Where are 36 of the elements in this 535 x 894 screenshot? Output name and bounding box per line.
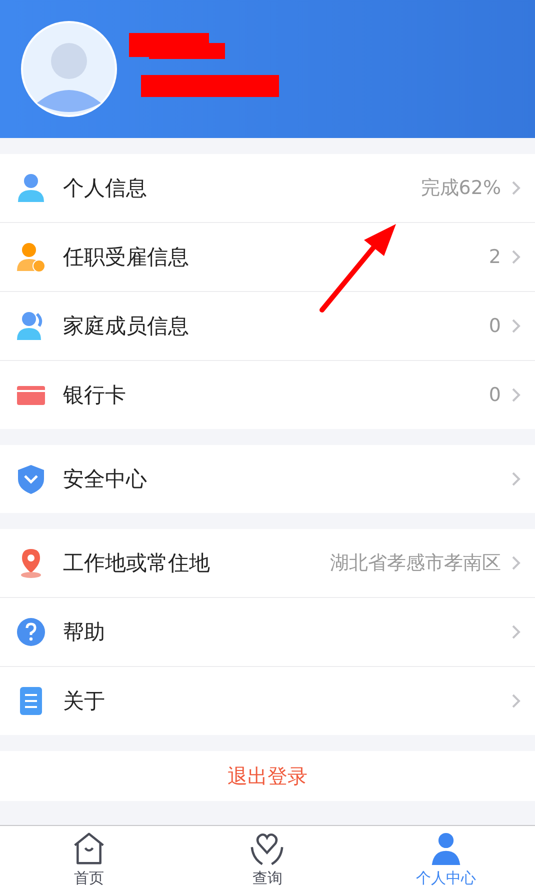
chevron-right-icon bbox=[511, 180, 521, 196]
tab[interactable]: 个人中心 bbox=[356, 826, 535, 894]
menu-value: 0 bbox=[488, 384, 501, 406]
chevron-right-icon bbox=[511, 624, 521, 640]
menu-item[interactable]: 关于 bbox=[0, 666, 535, 735]
menu-item[interactable]: 帮助 bbox=[0, 597, 535, 666]
menu-value: 2 bbox=[488, 246, 501, 268]
menu-label: 帮助 bbox=[63, 619, 106, 646]
chevron-right-icon bbox=[511, 693, 521, 709]
heart-hands-icon bbox=[250, 832, 284, 866]
menu-label: 关于 bbox=[63, 688, 106, 715]
tab[interactable]: 首页 bbox=[0, 826, 178, 894]
chevron-right-icon bbox=[511, 249, 521, 265]
menu-label: 安全中心 bbox=[63, 466, 148, 493]
menu-value: 湖北省孝感市孝南区 bbox=[330, 551, 501, 576]
menu-value: 完成62% bbox=[420, 176, 501, 201]
menu-label: 银行卡 bbox=[63, 382, 127, 409]
menu-item[interactable]: 工作地或常住地 湖北省孝感市孝南区 bbox=[0, 529, 535, 597]
menu-value: 0 bbox=[488, 315, 501, 337]
chevron-right-icon bbox=[511, 318, 521, 334]
shield-icon bbox=[15, 463, 47, 495]
chevron-right-icon bbox=[511, 471, 521, 487]
menu-label: 任职受雇信息 bbox=[63, 244, 190, 271]
menu-label: 家庭成员信息 bbox=[63, 313, 190, 340]
chevron-right-icon bbox=[511, 387, 521, 403]
menu-label: 个人信息 bbox=[63, 175, 148, 202]
menu-item[interactable]: 个人信息 完成62% bbox=[0, 154, 535, 222]
home-icon bbox=[72, 832, 106, 866]
help-icon bbox=[15, 616, 47, 648]
tab[interactable]: 查询 bbox=[178, 826, 357, 894]
menu-item[interactable]: 安全中心 bbox=[0, 445, 535, 513]
menu-label: 工作地或常住地 bbox=[63, 550, 211, 577]
chevron-right-icon bbox=[511, 555, 521, 571]
person-icon bbox=[15, 172, 47, 204]
menu-item[interactable]: 银行卡 0 bbox=[0, 360, 535, 429]
menu-item[interactable]: 家庭成员信息 0 bbox=[0, 291, 535, 360]
